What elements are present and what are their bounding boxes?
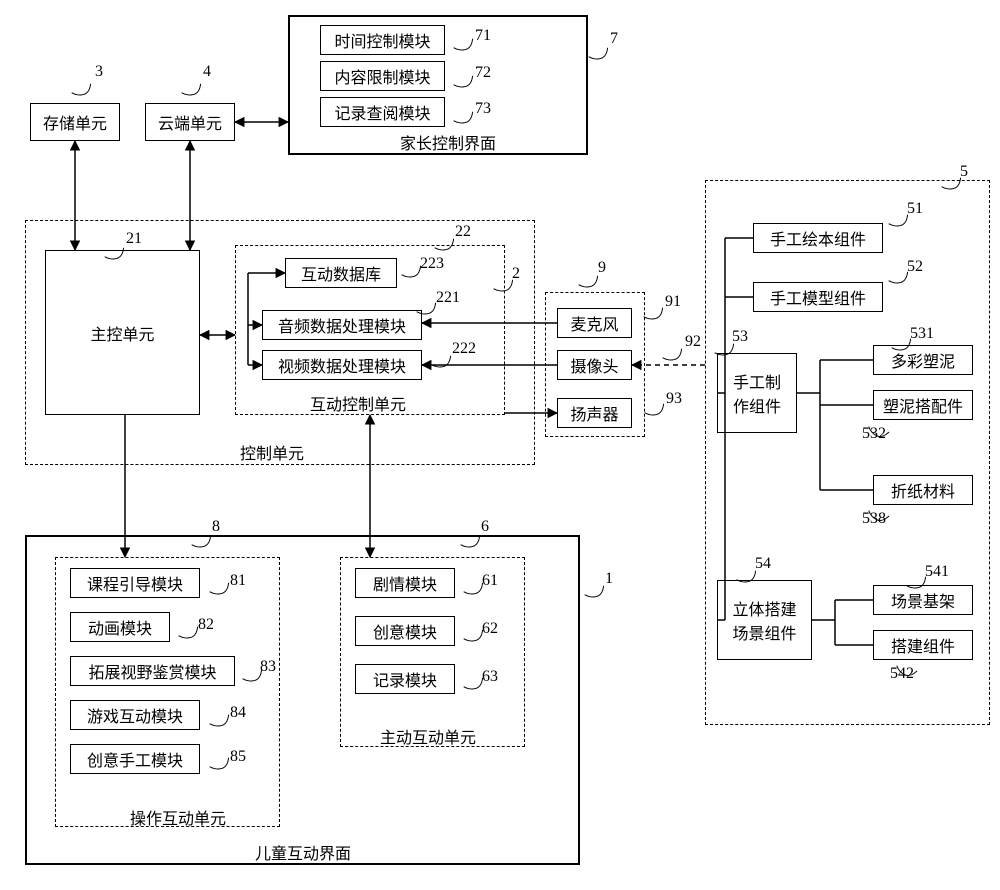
box-54: 立体搭建 场景组件 bbox=[717, 580, 812, 660]
box-52: 手工模型组件 bbox=[753, 282, 883, 312]
label-71: 时间控制模块 bbox=[334, 28, 430, 52]
label-3: 存储单元 bbox=[43, 110, 107, 134]
num-84: 84 bbox=[230, 704, 246, 722]
num-22: 22 bbox=[455, 223, 471, 241]
group-1-title: 儿童互动界面 bbox=[255, 840, 351, 864]
box-62: 创意模块 bbox=[355, 616, 455, 646]
box-61: 剧情模块 bbox=[355, 568, 455, 598]
num-9: 9 bbox=[598, 259, 606, 277]
label-53: 手工制 作组件 bbox=[733, 369, 781, 417]
box-81: 课程引导模块 bbox=[70, 568, 200, 598]
label-52: 手工模型组件 bbox=[770, 285, 866, 309]
num-8: 8 bbox=[212, 518, 220, 536]
num-223: 223 bbox=[420, 255, 444, 273]
label-21: 主控单元 bbox=[90, 321, 154, 345]
box-222: 视频数据处理模块 bbox=[262, 350, 422, 380]
num-73: 73 bbox=[475, 100, 491, 118]
swoosh-icon bbox=[173, 75, 205, 100]
label-61: 剧情模块 bbox=[373, 571, 437, 595]
group-7-title: 家长控制界面 bbox=[400, 130, 496, 154]
label-51: 手工绘本组件 bbox=[770, 226, 866, 250]
group-6-title: 主动互动单元 bbox=[380, 724, 476, 748]
label-82: 动画模块 bbox=[88, 615, 152, 639]
group-2-title: 控制单元 bbox=[240, 440, 304, 464]
num-3: 3 bbox=[95, 63, 103, 81]
num-54: 54 bbox=[755, 555, 771, 573]
label-73: 记录查阅模块 bbox=[334, 100, 430, 124]
num-71: 71 bbox=[475, 27, 491, 45]
label-84: 游戏互动模块 bbox=[87, 703, 183, 727]
box-3: 存储单元 bbox=[30, 103, 120, 141]
num-21: 21 bbox=[126, 230, 142, 248]
swoosh-icon bbox=[63, 75, 95, 100]
box-91: 麦克风 bbox=[557, 308, 632, 338]
box-223: 互动数据库 bbox=[285, 258, 397, 288]
box-542: 搭建组件 bbox=[873, 630, 973, 660]
num-52: 52 bbox=[907, 258, 923, 276]
box-53: 手工制 作组件 bbox=[717, 353, 797, 433]
num-61: 61 bbox=[482, 572, 498, 590]
box-92: 摄像头 bbox=[557, 350, 632, 380]
swoosh-icon bbox=[576, 577, 608, 602]
num-1: 1 bbox=[605, 570, 613, 588]
box-71: 时间控制模块 bbox=[320, 25, 445, 55]
num-63: 63 bbox=[482, 668, 498, 686]
swoosh-icon bbox=[570, 267, 602, 292]
box-538: 折纸材料 bbox=[873, 475, 973, 505]
box-51: 手工绘本组件 bbox=[753, 223, 883, 253]
box-93: 扬声器 bbox=[557, 398, 632, 428]
label-63: 记录模块 bbox=[373, 667, 437, 691]
swoosh-icon bbox=[654, 340, 686, 365]
num-92: 92 bbox=[685, 333, 701, 351]
label-222: 视频数据处理模块 bbox=[278, 353, 406, 377]
label-92: 摄像头 bbox=[570, 353, 618, 377]
num-51: 51 bbox=[907, 200, 923, 218]
num-7: 7 bbox=[610, 30, 618, 48]
num-531: 531 bbox=[910, 325, 934, 343]
num-222: 222 bbox=[452, 340, 476, 358]
label-91: 麦克风 bbox=[570, 311, 618, 335]
box-83: 拓展视野鉴赏模块 bbox=[70, 656, 235, 686]
label-538: 折纸材料 bbox=[891, 478, 955, 502]
box-84: 游戏互动模块 bbox=[70, 700, 200, 730]
box-532: 塑泥搭配件 bbox=[873, 390, 973, 420]
box-541: 场景基架 bbox=[873, 585, 973, 615]
num-72: 72 bbox=[475, 64, 491, 82]
label-54: 立体搭建 场景组件 bbox=[732, 596, 796, 644]
box-4: 云端单元 bbox=[145, 103, 235, 141]
label-83: 拓展视野鉴赏模块 bbox=[88, 659, 216, 683]
label-4: 云端单元 bbox=[158, 110, 222, 134]
label-85: 创意手工模块 bbox=[87, 747, 183, 771]
group-22-title: 互动控制单元 bbox=[310, 391, 406, 415]
num-221: 221 bbox=[436, 289, 460, 307]
label-62: 创意模块 bbox=[373, 619, 437, 643]
num-4: 4 bbox=[203, 63, 211, 81]
num-62: 62 bbox=[482, 620, 498, 638]
box-531: 多彩塑泥 bbox=[873, 345, 973, 375]
label-532: 塑泥搭配件 bbox=[883, 393, 963, 417]
num-53: 53 bbox=[732, 328, 748, 346]
num-93: 93 bbox=[666, 390, 682, 408]
num-541: 541 bbox=[925, 563, 949, 581]
num-91: 91 bbox=[665, 293, 681, 311]
num-81: 81 bbox=[230, 572, 246, 590]
group-8-title: 操作互动单元 bbox=[130, 805, 226, 829]
box-82: 动画模块 bbox=[70, 612, 170, 642]
num-85: 85 bbox=[230, 748, 246, 766]
box-21: 主控单元 bbox=[45, 250, 200, 415]
label-531: 多彩塑泥 bbox=[891, 348, 955, 372]
label-72: 内容限制模块 bbox=[334, 64, 430, 88]
label-223: 互动数据库 bbox=[301, 261, 381, 285]
box-73: 记录查阅模块 bbox=[320, 97, 445, 127]
box-72: 内容限制模块 bbox=[320, 61, 445, 91]
num-82: 82 bbox=[198, 616, 214, 634]
box-85: 创意手工模块 bbox=[70, 744, 200, 774]
label-541: 场景基架 bbox=[891, 588, 955, 612]
box-63: 记录模块 bbox=[355, 664, 455, 694]
label-221: 音频数据处理模块 bbox=[278, 313, 406, 337]
label-93: 扬声器 bbox=[570, 401, 618, 425]
num-6: 6 bbox=[481, 518, 489, 536]
box-221: 音频数据处理模块 bbox=[262, 310, 422, 340]
label-81: 课程引导模块 bbox=[87, 571, 183, 595]
